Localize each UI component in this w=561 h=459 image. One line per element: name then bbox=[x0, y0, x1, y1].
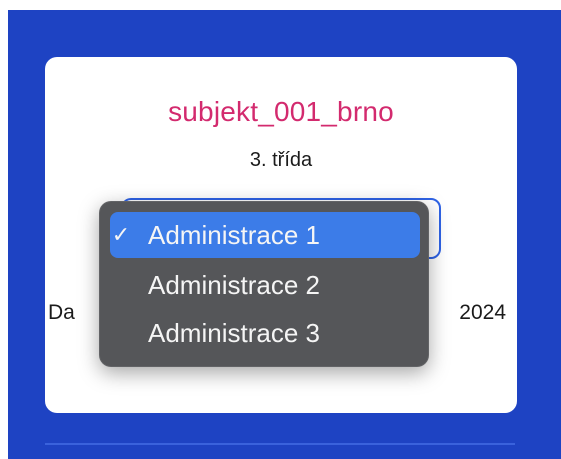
date-label-fragment: Da bbox=[48, 301, 75, 324]
date-year-fragment: 2024 bbox=[459, 301, 506, 324]
dropdown-option-administrace-3[interactable]: Administrace 3 bbox=[110, 310, 420, 356]
dropdown-option-label: Administrace 1 bbox=[148, 219, 320, 250]
dropdown-option-administrace-1[interactable]: ✓ Administrace 1 bbox=[110, 212, 420, 258]
checkmark-icon: ✓ bbox=[111, 222, 131, 247]
dropdown-option-label: Administrace 3 bbox=[148, 317, 320, 348]
dropdown-option-administrace-2[interactable]: Administrace 2 bbox=[110, 262, 420, 308]
subject-title: subjekt_001_brno bbox=[168, 96, 394, 127]
grade-label: 3. třída bbox=[249, 149, 313, 171]
administration-dropdown-menu: ✓ Administrace 1 Administrace 2 Administ… bbox=[99, 201, 429, 367]
dropdown-option-label: Administrace 2 bbox=[148, 269, 320, 300]
card-divider bbox=[45, 443, 515, 445]
